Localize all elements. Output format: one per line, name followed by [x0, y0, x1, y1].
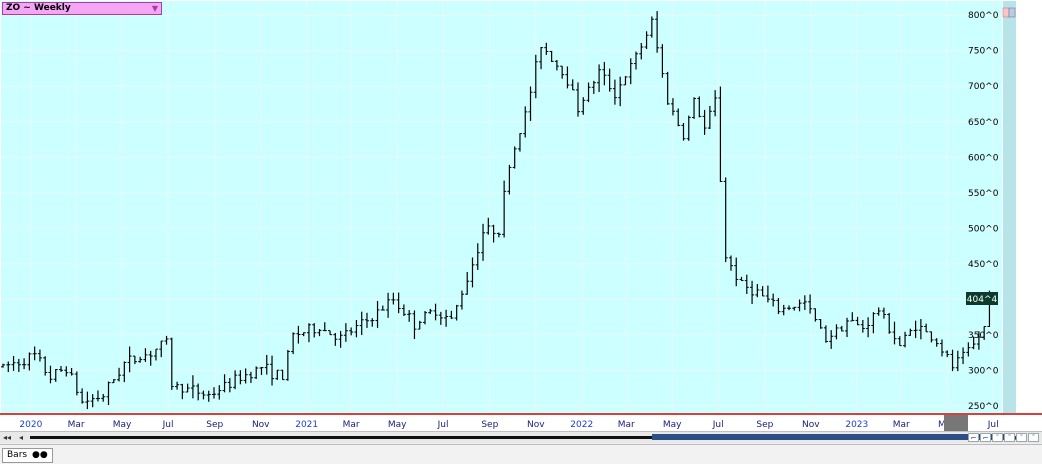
- x-tick-label: 2020: [19, 420, 42, 430]
- reset-icon[interactable]: ˜: [1016, 433, 1027, 442]
- settings-icon[interactable]: ˜: [1028, 433, 1039, 442]
- scroll-thumb[interactable]: [652, 434, 1010, 440]
- time-scrollbar[interactable]: ◂◂ ◂ ▸ ⌐ ⌐ ˜ ˜ ˜ ˜: [0, 431, 1042, 443]
- right-strip: [1003, 1, 1016, 413]
- y-tick-label: 750^0: [968, 47, 999, 57]
- x-tick-label: 2023: [845, 420, 868, 430]
- x-tick-label: Mar: [343, 420, 360, 430]
- bottom-tab-bar: Bars ●●: [0, 444, 1042, 464]
- x-tick-label: Nov: [252, 420, 270, 430]
- x-tick-label: Jul: [987, 420, 999, 430]
- zoom-buttons: ⌐ ⌐ ˜ ˜ ˜ ˜: [968, 433, 1039, 442]
- y-tick-label: 250^0: [968, 402, 999, 412]
- x-tick-label: Mar: [893, 420, 910, 430]
- x-tick-label: Mar: [68, 420, 85, 430]
- last-price-label: 404^4: [967, 295, 998, 305]
- y-tick-label: 500^0: [968, 224, 999, 234]
- x-tick-label: Jul: [162, 420, 174, 430]
- y-tick-label: 800^0: [968, 11, 999, 21]
- x-tick-label: 2021: [295, 420, 318, 430]
- zoom-out-icon[interactable]: ⌐: [980, 433, 991, 442]
- x-tick-label: 2022: [570, 420, 593, 430]
- x-tick-label: May: [113, 420, 132, 430]
- x-tick-label: Jul: [437, 420, 449, 430]
- last-price-box: 404^4: [966, 292, 998, 305]
- scroll-start-icon[interactable]: ◂◂: [2, 433, 12, 442]
- y-tick-label: 600^0: [968, 153, 999, 163]
- pan-right-icon[interactable]: ˜: [1004, 433, 1015, 442]
- triangle-down-icon: ▼: [151, 4, 158, 13]
- tab-bars-label: Bars: [7, 450, 28, 460]
- tab-dots-icon: ●●: [31, 450, 48, 460]
- zoom-in-icon[interactable]: ⌐: [968, 433, 979, 442]
- x-tick-label: Sep: [481, 420, 498, 430]
- price-chart[interactable]: 800^0 750^0 700^0 650^0 600^0 550^0 500^0 450^0…: [0, 0, 1042, 464]
- x-tick-label: Nov: [527, 420, 545, 430]
- x-tick-label: Nov: [802, 420, 820, 430]
- y-tick-label: 650^0: [968, 118, 999, 128]
- tab-bars[interactable]: Bars ●●: [2, 448, 53, 463]
- pan-left-icon[interactable]: ˜: [992, 433, 1003, 442]
- x-axis-cursor: [944, 415, 968, 431]
- symbol-selector[interactable]: ZO ~ Weekly ▼: [2, 2, 162, 15]
- x-tick-label: Sep: [206, 420, 223, 430]
- x-tick-label: Jul: [712, 420, 724, 430]
- x-tick-label: May: [663, 420, 682, 430]
- y-tick-label: 350^0: [968, 331, 999, 341]
- scroll-left-icon[interactable]: ◂: [16, 433, 26, 442]
- symbol-label: ZO ~ Weekly: [6, 3, 71, 13]
- y-tick-label: 550^0: [968, 189, 999, 199]
- y-tick-label: 300^0: [968, 366, 999, 376]
- y-tick-label: 700^0: [968, 82, 999, 92]
- x-tick-label: Sep: [756, 420, 773, 430]
- x-tick-label: May: [388, 420, 407, 430]
- top-right-buttons[interactable]: [1002, 7, 1016, 18]
- x-tick-label: Mar: [618, 420, 635, 430]
- y-tick-label: 450^0: [968, 260, 999, 270]
